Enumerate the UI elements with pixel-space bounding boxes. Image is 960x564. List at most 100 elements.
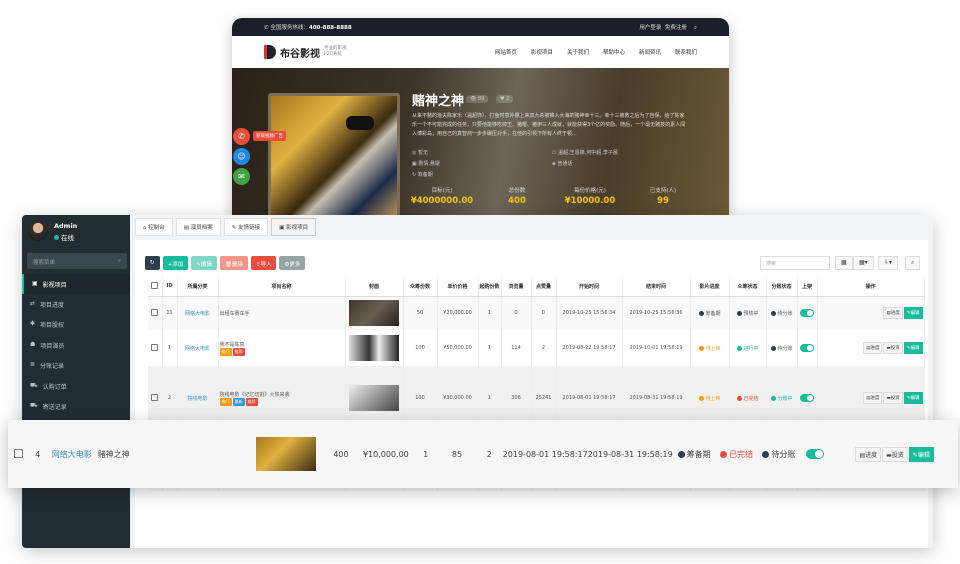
nav-news[interactable]: 新闻资讯 [639, 48, 661, 56]
category-cell[interactable]: 网络大电影 [177, 296, 219, 330]
search-icon[interactable]: ⌕ [118, 258, 121, 264]
row-checkbox[interactable] [14, 448, 24, 458]
search-icon[interactable]: ⌕ [905, 256, 921, 270]
toggle-view-icon[interactable]: ▦ [835, 256, 853, 270]
nav-projects[interactable]: 影视项目 [531, 48, 553, 56]
tag-badge: 热门 [219, 397, 232, 406]
columns-icon[interactable]: ▦▾ [853, 256, 874, 270]
table-search-input[interactable]: 搜索 [760, 256, 830, 270]
export-icon[interactable]: ⇩▾ [878, 256, 899, 270]
gear-icon: ✱ [30, 320, 36, 327]
sidebar-item-projects[interactable]: ▣ 影视项目 [22, 274, 130, 294]
status-dot [698, 310, 704, 316]
movie-poster [268, 93, 400, 218]
likes-cell: 2 [531, 330, 557, 366]
category-cell[interactable]: 网络大电影 [177, 330, 219, 366]
progress-button[interactable]: ▤进度 [863, 392, 883, 404]
invest-button[interactable]: ▬投资 [882, 446, 908, 462]
register-link[interactable]: 免费注册 [665, 25, 687, 31]
sidebar-item-equity[interactable]: ✱ 项目股权 [22, 314, 130, 334]
category-link[interactable]: 网络大电影 [185, 311, 210, 317]
split-status: 待分账 [762, 450, 795, 459]
logo-icon [264, 45, 276, 59]
column-header: 分账状态 [766, 277, 798, 297]
row-checkbox[interactable] [151, 343, 159, 351]
category-link[interactable]: 网络大电影 [52, 450, 92, 459]
sidebar-item-progress[interactable]: ⇄ 项目进度 [22, 294, 130, 314]
publish-cell[interactable] [800, 420, 830, 488]
invest-button[interactable]: ▬投资 [883, 342, 903, 354]
sidebar-item-split[interactable]: ≣ 分账记录 [22, 355, 130, 375]
progress-button[interactable]: ▤进度 [883, 307, 903, 320]
tab-links[interactable]: ✎ 友情链接 [223, 218, 269, 236]
category-link[interactable]: 网络大电影 [185, 346, 210, 352]
publish-toggle[interactable] [800, 309, 815, 318]
refresh-button[interactable]: ↻ [145, 256, 160, 270]
checkbox-cell[interactable] [148, 296, 163, 330]
nav-contact[interactable]: 联系我们 [675, 48, 697, 56]
director: ◎ 暂无 [412, 150, 428, 156]
film-progress-cell: 筹备期 [690, 296, 730, 330]
status-text: 待上映 [705, 395, 721, 402]
row-checkbox[interactable] [151, 393, 159, 401]
sidebar-item-orders[interactable]: ⛟ 认购订单 [22, 376, 130, 396]
column-header: 操作 [817, 277, 925, 297]
category-cell[interactable]: 网络大电影 [46, 420, 98, 488]
sidebar-item-actors[interactable]: ☗ 项目演员 [22, 335, 130, 355]
nav-help[interactable]: 帮助中心 [603, 48, 625, 56]
column-header: 封面 [345, 277, 404, 297]
website-preview: ✆ 全国服务热线：400-888-8888 用户登录 免费注册 ⌕ 布谷影视 专… [232, 18, 729, 218]
publish-cell[interactable] [797, 296, 818, 330]
category-link[interactable]: 院线电影 [187, 396, 207, 402]
logo[interactable]: 布谷影视 专业的影视 P2C系统 [264, 45, 347, 60]
min-cell: 1 [478, 330, 502, 366]
column-header: 项目名称 [218, 277, 346, 297]
crowd-status: 已完结 [720, 450, 753, 459]
import-button[interactable]: ⇪导入 [250, 256, 277, 270]
chat-icon[interactable]: ✉ [233, 168, 250, 185]
edit-button[interactable]: ✎编辑 [903, 342, 923, 354]
publish-cell[interactable] [797, 330, 818, 366]
phone-icon[interactable]: ✆ [233, 128, 250, 145]
invest-button[interactable]: ▬投资 [883, 392, 903, 404]
publish-toggle[interactable] [800, 394, 815, 402]
select-all-checkbox[interactable] [151, 281, 159, 289]
progress-button[interactable]: ▤进度 [863, 342, 883, 354]
stage: ↻ 筹备期 [412, 172, 433, 178]
publish-toggle[interactable] [800, 344, 815, 352]
qq-icon[interactable]: ☺ [233, 148, 250, 165]
menu-search-input[interactable]: 搜索菜单 ⌕ [27, 253, 127, 269]
edit-button[interactable]: ✎编辑 [903, 392, 923, 404]
tab-actors[interactable]: ▤ 演员档案 [175, 218, 221, 236]
status-dot [736, 345, 742, 351]
login-link[interactable]: 用户登录 [639, 25, 661, 31]
checkbox-cell[interactable] [8, 420, 30, 488]
sidebar-item-shipping[interactable]: ⛟ 寄送记录 [22, 396, 130, 416]
avatar[interactable] [28, 221, 48, 241]
publish-toggle[interactable] [806, 449, 825, 459]
edit-button[interactable]: ✎编辑 [903, 307, 923, 320]
more-button[interactable]: ⚙更多 [279, 256, 306, 270]
edit-button[interactable]: ✎编辑 [191, 256, 217, 270]
column-header[interactable] [148, 277, 163, 297]
nav-about[interactable]: 关于我们 [567, 48, 589, 56]
crowd-status: 进行中 [736, 345, 759, 352]
nav-home[interactable]: 网站首页 [495, 48, 517, 56]
search-icon[interactable]: ⌕ [694, 25, 697, 31]
add-button[interactable]: +添加 [162, 256, 189, 270]
stat-target: 目标(元) ¥4000000.00 [410, 188, 474, 206]
region: ◈ 普通话 [552, 161, 573, 167]
tab-projects[interactable]: ▣ 影视项目 [271, 218, 317, 236]
tag-badge: 推荐 [245, 397, 258, 406]
delete-button[interactable]: 🗑删除 [219, 256, 248, 270]
edit-button[interactable]: ✎编辑 [908, 446, 934, 462]
checkbox-cell[interactable] [148, 330, 163, 366]
progress-button[interactable]: ▤进度 [855, 446, 882, 462]
name-cell: 出租车赛车手 [218, 296, 346, 330]
tab-dashboard[interactable]: ⌂ 控制台 [135, 218, 173, 236]
likes-cell: 2 [486, 449, 492, 459]
likes-badge[interactable]: ♥ 2 [496, 95, 514, 103]
name-cell: 赌神之神 [98, 420, 249, 488]
status-text: 已完结 [729, 449, 754, 459]
row-checkbox[interactable] [151, 308, 159, 316]
